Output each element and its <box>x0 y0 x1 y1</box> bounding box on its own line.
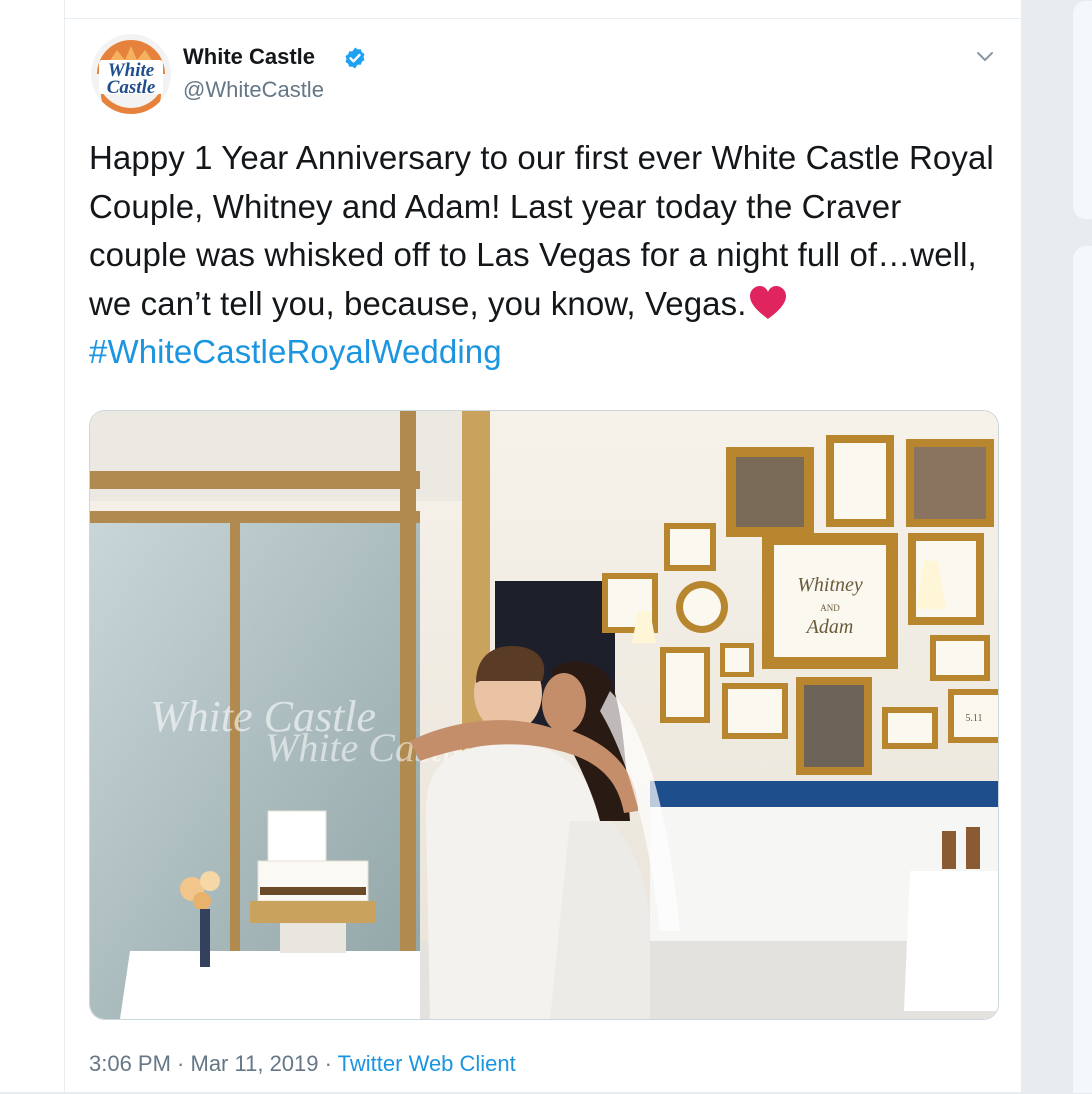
tweet-time[interactable]: 3:06 PM <box>89 1051 171 1076</box>
author-name[interactable]: White Castle <box>183 44 315 70</box>
tweet-text: Happy 1 Year Anniversary to our first ev… <box>89 134 999 377</box>
author-handle[interactable]: @WhiteCastle <box>183 77 324 103</box>
verified-badge-icon <box>345 47 365 69</box>
sidebar-card-top <box>1072 0 1092 220</box>
avatar[interactable]: White Castle <box>91 34 171 114</box>
tweet-source-link[interactable]: Twitter Web Client <box>338 1051 516 1076</box>
left-background-strip <box>0 0 64 1092</box>
hashtag-link[interactable]: #WhiteCastleRoyalWedding <box>89 333 502 370</box>
separator: · <box>170 1051 191 1076</box>
heart-emoji-icon <box>750 285 787 319</box>
tweet-meta: 3:06 PM · Mar 11, 2019 · Twitter Web Cli… <box>89 1051 516 1077</box>
tweet-date[interactable]: Mar 11, 2019 <box>191 1051 319 1076</box>
svg-text:Adam: Adam <box>805 616 854 638</box>
sidebar-card-bottom <box>1072 245 1092 1094</box>
divider <box>65 18 1021 19</box>
svg-text:Castle: Castle <box>107 77 156 98</box>
separator: · <box>318 1051 338 1076</box>
svg-text:5.11: 5.11 <box>965 713 982 724</box>
tweet-card: White Castle White Castle @WhiteCastle H… <box>64 0 1022 1092</box>
tweet-body: Happy 1 Year Anniversary to our first ev… <box>89 139 994 322</box>
tweet-photo[interactable]: White Castle White Castle Whitney AND Ad… <box>89 410 999 1020</box>
wedding-photo: White Castle White Castle Whitney AND Ad… <box>90 411 998 1019</box>
chevron-down-icon[interactable] <box>973 44 997 68</box>
svg-text:AND: AND <box>820 603 840 613</box>
white-castle-logo-icon: White Castle <box>91 34 171 114</box>
svg-text:Whitney: Whitney <box>797 574 863 596</box>
